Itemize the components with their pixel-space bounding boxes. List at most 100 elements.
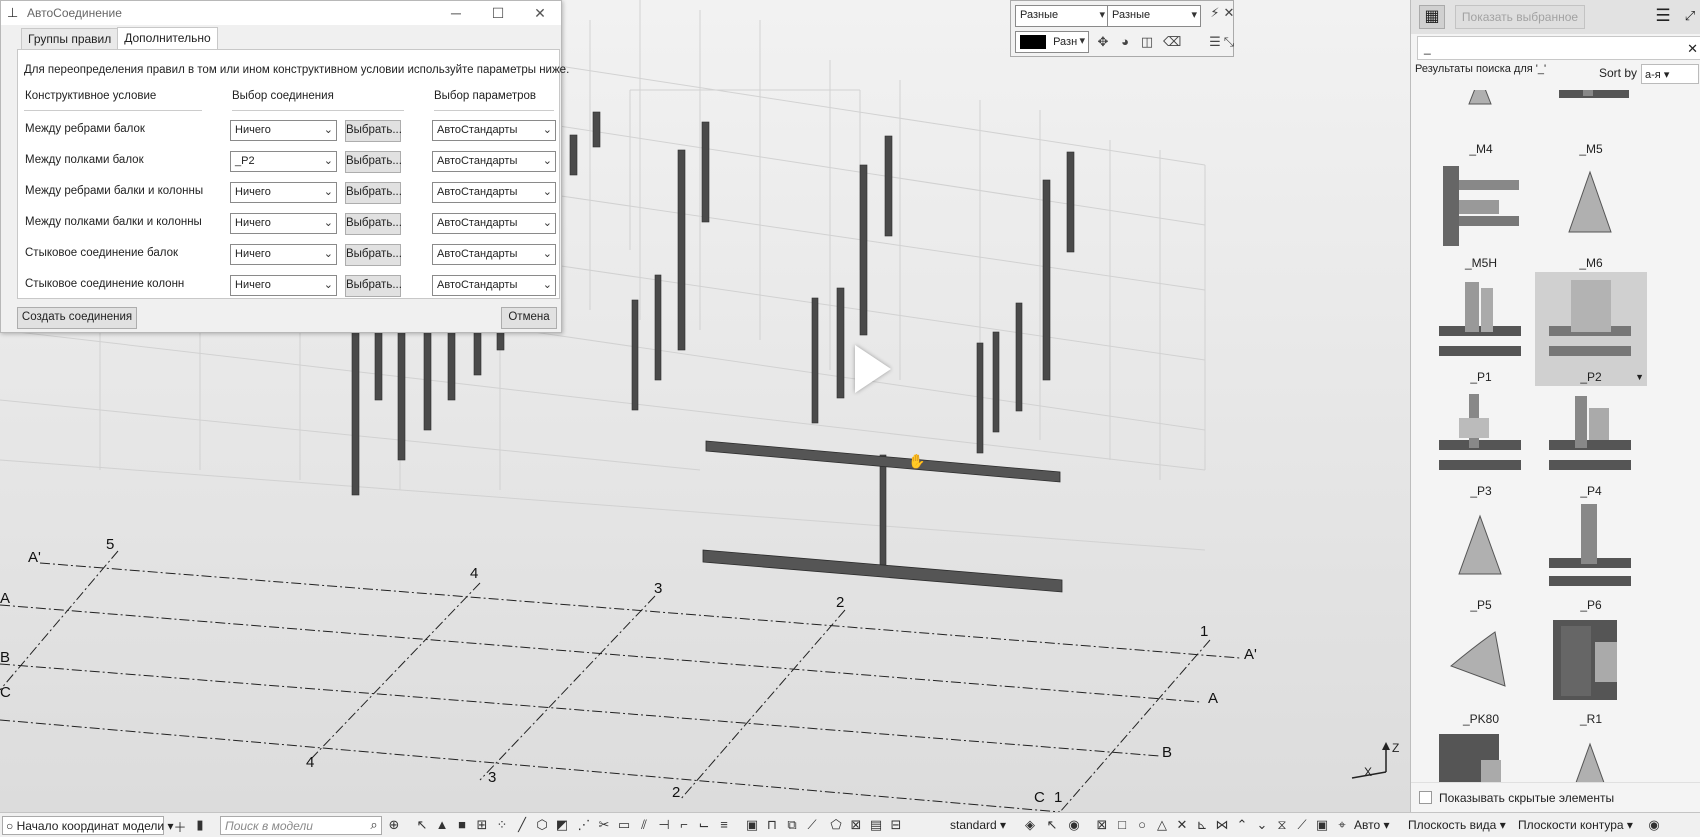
layer-icon[interactable]: ≡ bbox=[716, 817, 732, 832]
params-select[interactable]: АвтоСтандарты ⌄ bbox=[432, 275, 556, 296]
params-select[interactable]: АвтоСтандарты ⌄ bbox=[432, 120, 556, 141]
select-plane-icon[interactable]: ◩ bbox=[554, 817, 570, 833]
catalog-item[interactable]: _M4 bbox=[1425, 90, 1537, 158]
catalog-item[interactable]: _R1 bbox=[1535, 614, 1647, 728]
connection-select[interactable]: Ничего ⌄ bbox=[230, 275, 337, 296]
show-hidden-checkbox[interactable] bbox=[1419, 791, 1432, 804]
bowtie-icon[interactable]: ⋈ bbox=[1214, 817, 1230, 833]
snap-mid-icon[interactable]: ⊓ bbox=[764, 817, 780, 833]
select-part-icon[interactable]: ▲ bbox=[434, 817, 450, 832]
create-connections-button[interactable]: Создать соединения bbox=[17, 307, 137, 329]
connection-select[interactable]: Ничего ⌄ bbox=[230, 213, 337, 234]
grid-view-icon[interactable]: ▦ bbox=[1419, 5, 1445, 29]
catalog-search-input[interactable]: _ ✕ bbox=[1417, 36, 1700, 60]
frame-icon[interactable]: ▭ bbox=[616, 817, 632, 833]
connection-select[interactable]: Ничего ⌄ bbox=[230, 120, 337, 141]
chevron-down-icon[interactable]: ▼ bbox=[1635, 372, 1644, 382]
select-points-icon[interactable]: ⁘ bbox=[494, 817, 510, 833]
snap-extend-icon[interactable]: ⊟ bbox=[888, 817, 904, 833]
origin-select[interactable]: ○ Начало координат модели ▾ bbox=[2, 816, 173, 835]
pick-button[interactable]: Выбрать... bbox=[345, 151, 402, 173]
close-icon[interactable]: ✕ bbox=[1221, 5, 1237, 21]
tab-advanced[interactable]: Дополнительно bbox=[117, 27, 218, 49]
model-viewport[interactable]: A' 5 4 3 2 1 A B C A' A B C 4 3 2 1 Z X … bbox=[0, 0, 1410, 812]
model-search-input[interactable]: Поиск в модели bbox=[220, 816, 382, 835]
play-icon[interactable] bbox=[855, 345, 891, 393]
catalog-item[interactable] bbox=[1535, 728, 1647, 782]
close-icon[interactable]: ✕ bbox=[519, 1, 561, 25]
cancel-button[interactable]: Отмена bbox=[501, 307, 557, 329]
render-icon[interactable]: ◕ bbox=[1117, 34, 1133, 49]
pick-button[interactable]: Выбрать... bbox=[345, 213, 402, 235]
cut-icon[interactable]: ✂ bbox=[596, 817, 612, 833]
chevron-icon[interactable]: ⌄ bbox=[1254, 817, 1270, 833]
stair-icon[interactable]: ⌐ bbox=[676, 817, 692, 832]
catalog-item[interactable] bbox=[1425, 728, 1537, 782]
menu-icon[interactable]: ☰ bbox=[1651, 5, 1675, 29]
type-select[interactable]: Разные ▾ bbox=[1107, 5, 1201, 27]
render-mode-icon[interactable]: ◈ bbox=[1022, 817, 1038, 833]
erase-icon[interactable]: ⌫ bbox=[1163, 34, 1181, 50]
sort-select[interactable]: а-я ▾ bbox=[1641, 64, 1699, 84]
diag-icon[interactable]: ⟋ bbox=[1294, 817, 1310, 833]
tab-rule-groups[interactable]: Группы правил bbox=[21, 28, 119, 49]
snap-end-icon[interactable]: ▣ bbox=[744, 817, 760, 833]
plus-icon[interactable]: ＋ bbox=[172, 817, 188, 836]
focus-icon[interactable]: ⌖ bbox=[1334, 817, 1350, 833]
catalog-item[interactable]: _M5 bbox=[1535, 90, 1647, 158]
snap-nearest-icon[interactable]: ⊠ bbox=[848, 817, 864, 833]
catalog-item[interactable]: _P5 bbox=[1425, 500, 1537, 614]
align-icon[interactable]: ⫽ bbox=[636, 817, 652, 833]
snap-edge-icon[interactable]: ⟋ bbox=[804, 817, 820, 833]
x-icon[interactable]: ✕ bbox=[1174, 817, 1190, 833]
params-select[interactable]: АвтоСтандарты ⌄ bbox=[432, 182, 556, 203]
hourglass-icon[interactable]: ⧖ bbox=[1274, 817, 1290, 833]
pick-button[interactable]: Выбрать... bbox=[345, 120, 402, 142]
show-selected-button[interactable]: Показать выбранное bbox=[1455, 5, 1585, 29]
catalog-item-selected[interactable]: _P2 ▼ bbox=[1535, 272, 1647, 386]
move-icon[interactable]: ✥ bbox=[1095, 34, 1111, 50]
snap-stack-icon[interactable]: ⧉ bbox=[784, 817, 800, 833]
cursor-icon[interactable]: ↖ bbox=[1044, 817, 1060, 833]
circle-icon[interactable]: ○ bbox=[1134, 817, 1150, 832]
select-cube-icon[interactable]: ⬡ bbox=[534, 817, 550, 833]
pick-button[interactable]: Выбрать... bbox=[345, 182, 402, 204]
maximize-icon[interactable]: ☐ bbox=[477, 1, 519, 25]
class-select[interactable]: Разные ▾ bbox=[1015, 5, 1109, 27]
auto-select[interactable]: Авто ▾ bbox=[1354, 816, 1400, 835]
select-object-icon[interactable]: ■ bbox=[454, 817, 470, 832]
select-grid-icon[interactable]: ⊞ bbox=[474, 817, 490, 833]
triangle-icon[interactable]: △ bbox=[1154, 817, 1170, 833]
dialog-titlebar[interactable]: ⊥ АвтоСоединение ─ ☐ ✕ bbox=[1, 1, 561, 25]
color-select[interactable]: Разн ▾ bbox=[1015, 31, 1089, 53]
search-icon[interactable]: ⌕ bbox=[366, 817, 382, 833]
dim-icon[interactable]: ⌙ bbox=[696, 817, 712, 833]
catalog-item[interactable]: _M6 bbox=[1535, 158, 1647, 272]
catalog-item[interactable]: _P3 bbox=[1425, 386, 1537, 500]
connection-select[interactable]: _P2 ⌄ bbox=[230, 151, 337, 172]
params-select[interactable]: АвтоСтандарты ⌄ bbox=[432, 213, 556, 234]
bar-icon[interactable]: ▮ bbox=[192, 817, 208, 833]
stop-icon[interactable]: ▣ bbox=[1314, 817, 1330, 833]
catalog-item[interactable]: _P1 bbox=[1425, 272, 1537, 386]
caret-icon[interactable]: ⌃ bbox=[1234, 817, 1250, 833]
zoom-search-icon[interactable]: ⊕ bbox=[386, 817, 402, 833]
snap-icon[interactable]: ⋰ bbox=[576, 817, 592, 833]
box-icon[interactable]: ⊠ bbox=[1094, 817, 1110, 833]
params-select[interactable]: АвтоСтандарты ⌄ bbox=[432, 244, 556, 265]
resize-icon[interactable]: ⤡ bbox=[1221, 34, 1237, 50]
cube-icon[interactable]: ◫ bbox=[1139, 34, 1155, 50]
snap-grid-icon[interactable]: ▤ bbox=[868, 817, 884, 833]
pick-button[interactable]: Выбрать... bbox=[345, 275, 402, 297]
catalog-item[interactable]: _P4 bbox=[1535, 386, 1647, 500]
minimize-icon[interactable]: ─ bbox=[435, 1, 477, 25]
eye-icon[interactable]: ◉ bbox=[1646, 817, 1662, 833]
pin-icon[interactable]: ⤢ bbox=[1679, 5, 1700, 29]
catalog-item[interactable]: _P6 bbox=[1535, 500, 1647, 614]
corner-icon[interactable]: ⊾ bbox=[1194, 817, 1210, 833]
catalog-item[interactable]: _PK80 bbox=[1425, 614, 1537, 728]
standard-select[interactable]: standard ▾ bbox=[950, 816, 1010, 835]
params-select[interactable]: АвтоСтандарты ⌄ bbox=[432, 151, 556, 172]
clear-icon[interactable]: ✕ bbox=[1687, 41, 1698, 57]
select-icon[interactable]: ↖ bbox=[414, 817, 430, 833]
